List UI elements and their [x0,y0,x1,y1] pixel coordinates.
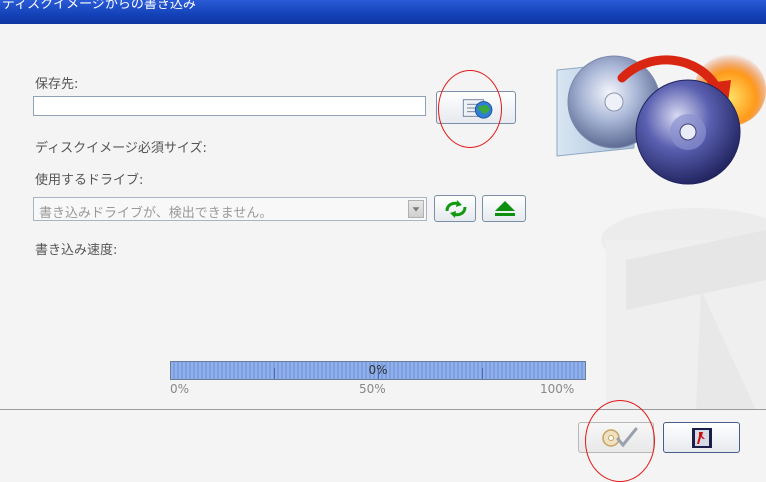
folder-globe-icon [462,99,493,119]
drive-label: 使用するドライブ: [35,173,144,188]
refresh-icon [445,200,467,218]
burn-button[interactable] [578,422,654,453]
write-speed-label: 書き込み速度: [35,243,118,258]
progress-text: 0% [368,363,388,377]
required-size-label: ディスクイメージ必須サイズ: [35,141,207,156]
disc-copy-icon [556,54,766,185]
save-destination-field[interactable] [33,96,426,116]
refresh-button[interactable] [434,195,476,222]
eject-icon [495,201,515,216]
scale-100: 100% [540,382,575,396]
burn-disc-icon [602,427,638,448]
drive-select-value: 書き込みドライブが、検出できません。 [39,206,273,221]
dropdown-arrow-icon[interactable] [408,200,424,218]
scale-0: 0% [170,382,190,396]
save-destination-label: 保存先: [35,77,79,92]
title-bar: ディスクイメージからの書き込み [0,0,766,24]
exit-icon [692,428,712,448]
browse-button[interactable] [436,91,516,124]
film-reel-watermark [601,208,766,410]
window-title: ディスクイメージからの書き込み [2,0,196,12]
progress-bar: 0% [170,361,586,380]
eject-button[interactable] [482,195,526,222]
exit-button[interactable] [663,422,740,453]
scale-50: 50% [359,382,386,396]
drive-select[interactable]: 書き込みドライブが、検出できません。 [33,197,427,221]
